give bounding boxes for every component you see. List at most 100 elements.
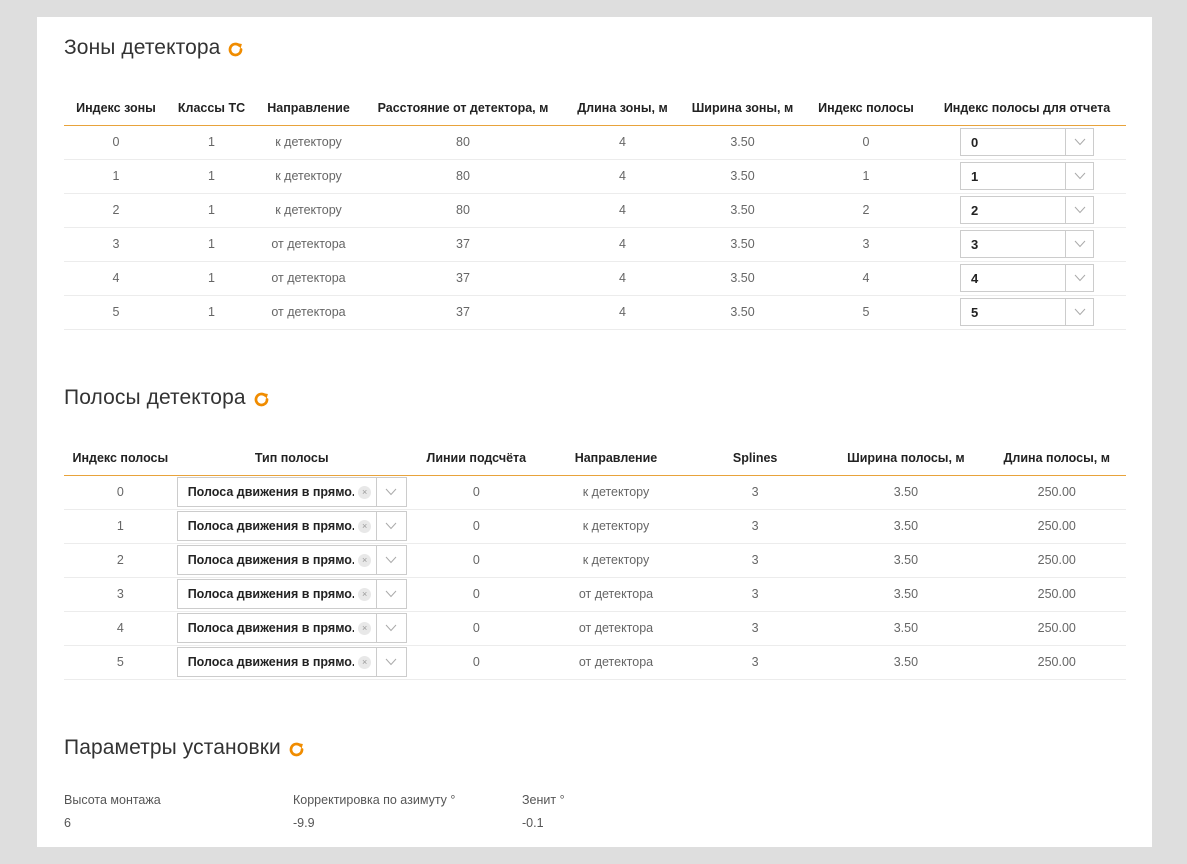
clear-icon[interactable]: × <box>354 478 376 506</box>
chevron-down-icon[interactable] <box>1065 129 1093 155</box>
lane-type-select[interactable]: Полоса движения в прямо... × <box>176 647 407 677</box>
refresh-icon[interactable] <box>253 390 270 407</box>
chevron-down-icon[interactable] <box>1065 197 1093 223</box>
column-header: Ширина полосы, м <box>824 441 988 476</box>
select-value: Полоса движения в прямо... <box>187 621 354 635</box>
table-row: 5 1 от детектора 37 4 3.50 5 5 <box>64 295 1126 330</box>
report-lane-cell: 2 <box>928 193 1126 228</box>
table-cell: 4 <box>564 295 681 330</box>
chevron-down-icon[interactable] <box>1065 265 1093 291</box>
column-header: Индекс полосы для отчета <box>928 91 1126 126</box>
lane-type-cell: Полоса движения в прямо... × <box>176 543 407 578</box>
report-lane-select[interactable]: 3 <box>960 230 1094 258</box>
table-cell: 0 <box>406 509 546 544</box>
clear-icon[interactable]: × <box>354 512 376 540</box>
chevron-down-icon[interactable] <box>1065 299 1093 325</box>
table-cell: к детектору <box>545 509 686 544</box>
table-cell: 250.00 <box>987 645 1126 680</box>
chevron-down-icon[interactable] <box>375 512 406 540</box>
zones-table: Индекс зоны Классы ТС Направление Расстояни… <box>64 91 1126 330</box>
clear-icon[interactable]: × <box>354 614 376 642</box>
table-cell: 3.50 <box>824 611 988 646</box>
table-cell: 0 <box>406 543 546 578</box>
main-panel: Зоны детектора Индекс зоны Классы ТС Напра… <box>37 17 1152 847</box>
table-row: 1 Полоса движения в прямо... × 0 к детектору… <box>64 509 1126 544</box>
select-value: 5 <box>971 304 979 320</box>
table-cell: 250.00 <box>987 543 1126 578</box>
column-header: Длина полосы, м <box>987 441 1126 476</box>
lanes-section-title: Полосы детектора <box>64 386 270 410</box>
table-cell: 0 <box>406 611 546 646</box>
table-cell: 4 <box>564 159 681 194</box>
refresh-icon[interactable] <box>288 740 305 757</box>
param-label: Корректировка по азимуту ° <box>293 793 456 807</box>
table-cell: 5 <box>804 295 928 330</box>
chevron-down-icon[interactable] <box>375 648 406 676</box>
table-cell: 1 <box>64 509 177 544</box>
chevron-down-icon[interactable] <box>375 478 406 506</box>
lane-type-cell: Полоса движения в прямо... × <box>176 611 407 646</box>
column-header: Индекс полосы <box>64 441 177 476</box>
table-row: 01к детектору 80 4 3.50 0 0 <box>64 125 1126 160</box>
table-cell: 1 <box>64 159 168 194</box>
table-cell: 37 <box>362 261 564 296</box>
table-cell: 4 <box>564 193 681 228</box>
chevron-down-icon[interactable] <box>1065 231 1093 257</box>
table-cell: 3.50 <box>681 193 804 228</box>
report-lane-select[interactable]: 2 <box>960 196 1094 224</box>
chevron-down-icon[interactable] <box>1065 163 1093 189</box>
chevron-down-icon[interactable] <box>375 546 406 574</box>
refresh-icon[interactable] <box>227 40 244 57</box>
chevron-down-icon[interactable] <box>375 580 406 608</box>
report-lane-cell: 1 <box>928 159 1126 194</box>
table-cell: 2 <box>64 193 168 228</box>
clear-icon[interactable]: × <box>354 580 376 608</box>
table-cell: 3.50 <box>824 509 988 544</box>
table-cell: 3.50 <box>681 261 804 296</box>
table-cell: 1 <box>168 125 255 160</box>
lane-type-select[interactable]: Полоса движения в прямо... × <box>176 545 407 575</box>
select-value: 2 <box>971 202 979 218</box>
select-value: Полоса движения в прямо... <box>187 485 354 499</box>
table-cell: 4 <box>64 611 177 646</box>
table-cell: 0 <box>406 577 546 612</box>
lane-type-select[interactable]: Полоса движения в прямо... × <box>176 613 407 643</box>
select-value: Полоса движения в прямо... <box>187 587 354 601</box>
lane-type-select[interactable]: Полоса движения в прямо... × <box>176 511 407 541</box>
install-section-title: Параметры установки <box>64 736 305 760</box>
param-mount-height: Высота монтажа 6 <box>64 793 161 830</box>
table-cell: от детектора <box>545 611 686 646</box>
report-lane-select[interactable]: 4 <box>960 264 1094 292</box>
report-lane-select[interactable]: 0 <box>960 128 1094 156</box>
param-value: -0.1 <box>522 816 544 830</box>
lane-type-select[interactable]: Полоса движения в прямо... × <box>176 477 407 507</box>
install-title-text: Параметры установки <box>64 736 281 759</box>
table-cell: 4 <box>564 227 681 262</box>
clear-icon[interactable]: × <box>354 546 376 574</box>
table-cell: 5 <box>64 295 168 330</box>
lane-type-cell: Полоса движения в прямо... × <box>176 475 407 510</box>
column-header: Расстояние от детектора, м <box>362 91 564 126</box>
column-header: Индекс полосы <box>804 91 928 126</box>
table-row: 21к детектору 80 4 3.50 2 2 <box>64 193 1126 228</box>
zones-title-text: Зоны детектора <box>64 36 221 59</box>
report-lane-select[interactable]: 5 <box>960 298 1094 326</box>
report-lane-select[interactable]: 1 <box>960 162 1094 190</box>
clear-icon[interactable]: × <box>354 648 376 676</box>
table-cell: 3.50 <box>681 159 804 194</box>
select-value: Полоса движения в прямо... <box>187 519 354 533</box>
chevron-down-icon[interactable] <box>375 614 406 642</box>
zones-section-title: Зоны детектора <box>64 36 244 60</box>
table-row: 2 Полоса движения в прямо... × 0 к детектору… <box>64 543 1126 578</box>
table-cell: 250.00 <box>987 611 1126 646</box>
column-header: Тип полосы <box>176 441 407 476</box>
select-value: 3 <box>971 236 979 252</box>
select-value: 1 <box>971 168 979 184</box>
lane-type-select[interactable]: Полоса движения в прямо... × <box>176 579 407 609</box>
table-cell: 3 <box>64 227 168 262</box>
table-cell: 0 <box>406 475 546 510</box>
table-cell: 3.50 <box>681 125 804 160</box>
param-azimuth-correction: Корректировка по азимуту ° -9.9 <box>293 793 455 830</box>
param-label: Высота монтажа <box>64 793 161 807</box>
table-cell: 3.50 <box>824 543 988 578</box>
